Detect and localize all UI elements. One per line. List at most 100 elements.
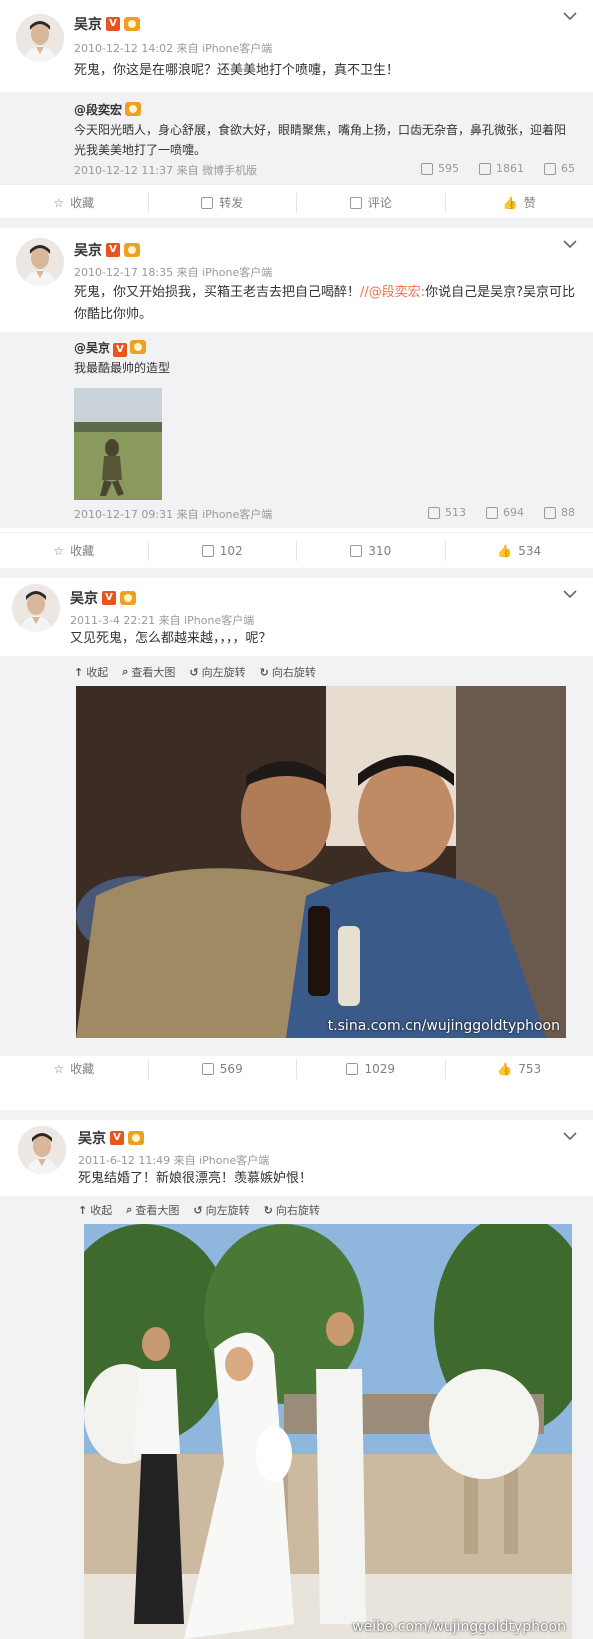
repost-icon — [421, 162, 433, 175]
post-text: 又见死鬼，怎么都越来越，，，，呢？ — [70, 631, 272, 646]
magnifier-icon: ⌕ — [126, 1203, 133, 1216]
post-text: 死鬼，你又开始损我，买箱王老吉去把自己喝醉！//@段奕宏:你说自己是吴京?吴京可… — [74, 285, 576, 322]
weibo-post-1: 吴京 V 2010-12-12 14:02 来自 iPhone客户端 死鬼，你这是… — [0, 0, 593, 218]
media-panel: ↑ 收起 ⌕ 查看大图 ↺ 向左旋转 ↻ 向右旋转 weibo.com/wujinggo… — [0, 1196, 593, 1639]
thumbs-up-icon: 👍 — [497, 1061, 513, 1076]
crown-badge-icon — [128, 1131, 144, 1145]
crown-badge-icon — [124, 243, 140, 257]
rotate-left-icon: ↺ — [193, 1203, 203, 1217]
star-icon: ☆ — [53, 543, 65, 558]
favorite-button[interactable]: ☆ 收藏 — [0, 1058, 149, 1079]
post-meta: 2010-12-17 18:35 来自 iPhone客户端 — [74, 266, 273, 279]
star-icon: ☆ — [53, 195, 65, 210]
author-name[interactable]: 吴京 V — [74, 14, 140, 34]
arrow-up-icon: ↑ — [74, 665, 84, 679]
quote-author[interactable]: @段奕宏 — [74, 103, 122, 117]
comment-icon — [486, 506, 498, 519]
avatar[interactable] — [18, 1126, 66, 1174]
author-name[interactable]: 吴京 V — [70, 588, 136, 608]
media-panel: ↑ 收起 ⌕ 查看大图 ↺ 向左旋转 ↻ 向右旋转 t.sina.com.cn/wuji… — [0, 656, 593, 1056]
chevron-down-icon[interactable] — [563, 240, 577, 249]
quote-like-count[interactable]: 88 — [544, 506, 575, 519]
action-bar: ☆ 收藏 102 310 👍 534 — [0, 532, 593, 568]
chevron-down-icon[interactable] — [563, 12, 577, 21]
thumbnail-photo[interactable] — [74, 388, 162, 500]
like-button[interactable]: 👍 753 — [446, 1059, 593, 1079]
verified-badge-icon: V — [110, 1131, 124, 1145]
repost-icon — [201, 1062, 214, 1075]
repost-quote: @吴京 V 我最酷最帅的造型 2010-12-17 09:31 来自 iPhone客… — [0, 332, 593, 528]
weibo-post-2: 吴京 V 2010-12-17 18:35 来自 iPhone客户端 死鬼，你又开… — [0, 228, 593, 568]
rotate-right-icon: ↻ — [263, 1203, 273, 1217]
chevron-down-icon[interactable] — [563, 590, 577, 599]
crown-badge-icon — [130, 340, 147, 354]
favorite-button[interactable]: ☆ 收藏 — [0, 192, 149, 213]
collapse-button[interactable]: ↑ 收起 — [74, 664, 108, 680]
quote-comment-count[interactable]: 694 — [486, 506, 524, 519]
author-name[interactable]: 吴京 V — [78, 1128, 144, 1148]
repost-button[interactable]: 转发 — [149, 192, 297, 213]
rotate-left-icon: ↺ — [189, 665, 199, 679]
repost-button[interactable]: 102 — [149, 540, 297, 561]
favorite-button[interactable]: ☆ 收藏 — [0, 540, 149, 561]
watermark: t.sina.com.cn/wujinggoldtyphoon — [327, 1018, 560, 1034]
separator — [0, 218, 593, 228]
repost-icon — [201, 544, 214, 557]
comment-icon — [349, 196, 362, 209]
avatar[interactable] — [16, 14, 64, 62]
star-icon: ☆ — [53, 1061, 65, 1076]
separator — [0, 568, 593, 578]
crown-badge-icon — [124, 17, 140, 31]
comment-icon — [350, 544, 363, 557]
repost-icon — [201, 196, 214, 209]
like-button[interactable]: 👍 赞 — [446, 193, 593, 213]
repost-button[interactable]: 569 — [149, 1058, 297, 1079]
verified-badge-icon: V — [106, 243, 120, 257]
comment-icon — [479, 162, 491, 175]
comment-icon — [346, 1062, 359, 1075]
separator — [0, 1110, 593, 1120]
rotate-right-button[interactable]: ↻ 向右旋转 — [260, 664, 316, 680]
quote-repost-count[interactable]: 513 — [428, 506, 466, 519]
avatar[interactable] — [16, 238, 64, 286]
rotate-right-icon: ↻ — [259, 665, 269, 679]
comment-button[interactable]: 310 — [297, 540, 446, 561]
comment-button[interactable]: 1029 — [297, 1058, 446, 1079]
crown-badge-icon — [120, 591, 136, 605]
post-text: 死鬼结婚了！新娘很漂亮！羡慕嫉妒恨！ — [78, 1171, 313, 1186]
rotate-right-button[interactable]: ↻ 向右旋转 — [264, 1202, 320, 1218]
weibo-post-3: 吴京 V 2011-3-4 22:21 来自 iPhone客户端 又见死鬼，怎么都… — [0, 578, 593, 1088]
repost-quote: @段奕宏 今天阳光晒人，身心舒展，食欲大好，眼睛聚焦，嘴角上扬，口齿无杂音，鼻孔微… — [0, 92, 593, 184]
rotate-left-button[interactable]: ↺ 向左旋转 — [189, 664, 245, 680]
like-button[interactable]: 👍 534 — [446, 541, 593, 561]
view-large-button[interactable]: ⌕ 查看大图 — [122, 664, 175, 680]
avatar[interactable] — [12, 584, 60, 632]
view-large-button[interactable]: ⌕ 查看大图 — [126, 1202, 179, 1218]
quote-text: @段奕宏 今天阳光晒人，身心舒展，食欲大好，眼睛聚焦，嘴角上扬，口齿无杂音，鼻孔微… — [74, 102, 567, 157]
post-text: 死鬼，你这是在哪浪呢？还美美地打个喷嚏，真不卫生！ — [74, 63, 400, 78]
verified-badge-icon: V — [106, 17, 120, 31]
quote-repost-count[interactable]: 595 — [421, 162, 459, 175]
mention-link[interactable]: //@段奕宏: — [360, 285, 425, 300]
quote-stats: 513 694 88 — [428, 506, 575, 519]
thumbs-up-icon — [544, 506, 556, 519]
collapse-button[interactable]: ↑ 收起 — [78, 1202, 112, 1218]
thumbs-up-icon: 👍 — [502, 195, 518, 210]
quote-like-count[interactable]: 65 — [544, 162, 575, 175]
quote-author[interactable]: @吴京 — [74, 341, 110, 355]
magnifier-icon: ⌕ — [122, 665, 129, 678]
thumbs-up-icon — [544, 162, 556, 175]
quote-comment-count[interactable]: 1861 — [479, 162, 524, 175]
verified-badge-icon: V — [102, 591, 116, 605]
chevron-down-icon[interactable] — [563, 1132, 577, 1141]
author-name[interactable]: 吴京 V — [74, 240, 140, 260]
action-bar: ☆ 收藏 转发 评论 👍 赞 — [0, 184, 593, 220]
comment-button[interactable]: 评论 — [297, 192, 446, 213]
quote-meta: 2010-12-17 09:31 来自 iPhone客户端 — [74, 508, 273, 521]
post-photo[interactable]: weibo.com/wujinggoldtyphoon — [84, 1224, 572, 1639]
repost-icon — [428, 506, 440, 519]
thumbs-up-icon: 👍 — [497, 543, 513, 558]
crown-badge-icon — [125, 102, 142, 116]
rotate-left-button[interactable]: ↺ 向左旋转 — [193, 1202, 249, 1218]
post-photo[interactable]: t.sina.com.cn/wujinggoldtyphoon — [76, 686, 566, 1038]
